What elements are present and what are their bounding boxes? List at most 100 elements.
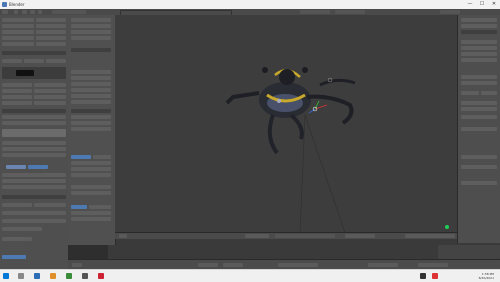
panel-row[interactable] xyxy=(461,58,497,62)
menu-item[interactable] xyxy=(22,10,27,14)
panel-row[interactable] xyxy=(89,205,111,209)
tray-icon[interactable] xyxy=(420,273,426,279)
app-icon[interactable] xyxy=(50,273,56,279)
panel-row[interactable] xyxy=(2,42,34,46)
active-field[interactable] xyxy=(71,155,91,159)
panel-header[interactable] xyxy=(2,195,66,199)
panel-row[interactable] xyxy=(461,155,497,159)
panel-row[interactable] xyxy=(36,18,66,22)
panel-row[interactable] xyxy=(2,95,32,99)
start-icon[interactable] xyxy=(3,273,9,279)
panel-row[interactable] xyxy=(2,173,66,177)
editor-type-button[interactable] xyxy=(2,10,8,14)
panel-row[interactable] xyxy=(2,153,66,157)
panel-row[interactable] xyxy=(71,185,111,189)
snap-options[interactable] xyxy=(405,234,455,238)
menu-item[interactable] xyxy=(30,10,35,14)
creature-model[interactable] xyxy=(225,67,356,155)
panel-row[interactable] xyxy=(2,179,66,183)
panel-row[interactable] xyxy=(2,203,32,207)
panel-row[interactable] xyxy=(36,30,66,34)
panel-row[interactable] xyxy=(461,40,497,44)
app-icon[interactable] xyxy=(82,273,88,279)
panel-row[interactable] xyxy=(71,36,111,40)
view-menu-button[interactable] xyxy=(119,234,127,238)
panel-row[interactable] xyxy=(2,18,34,22)
panel-row[interactable] xyxy=(36,24,66,28)
app-icon[interactable] xyxy=(34,273,40,279)
menu-item[interactable] xyxy=(14,10,18,14)
panel-row[interactable] xyxy=(461,127,497,131)
panel-row[interactable] xyxy=(71,211,111,215)
active-field[interactable] xyxy=(71,205,87,209)
panel-header[interactable] xyxy=(461,30,497,34)
panel-row[interactable] xyxy=(93,155,111,159)
app-icon[interactable] xyxy=(98,273,104,279)
panel-row[interactable] xyxy=(24,59,44,63)
panel-row[interactable] xyxy=(2,115,66,119)
panel-row[interactable] xyxy=(34,83,66,87)
panel-row[interactable] xyxy=(34,89,66,93)
panel-header[interactable] xyxy=(71,48,111,52)
panel-row[interactable] xyxy=(71,30,111,34)
panel-row[interactable] xyxy=(461,24,497,28)
active-field[interactable] xyxy=(28,165,48,169)
panel-header[interactable] xyxy=(2,51,66,55)
panel-row[interactable] xyxy=(71,161,111,165)
panel-row[interactable] xyxy=(461,18,497,22)
panel-row[interactable] xyxy=(34,203,66,207)
panel-row[interactable] xyxy=(71,173,111,177)
menu-item[interactable] xyxy=(38,10,42,14)
pivot-selector[interactable] xyxy=(345,234,375,238)
panel-header[interactable] xyxy=(2,109,66,113)
panel-row[interactable] xyxy=(71,70,111,74)
panel-row[interactable] xyxy=(2,121,66,125)
panel-header[interactable] xyxy=(71,109,111,113)
panel-row[interactable] xyxy=(2,147,66,151)
panel-row[interactable] xyxy=(71,121,111,125)
panel-row[interactable] xyxy=(71,94,111,98)
active-field[interactable] xyxy=(2,255,26,259)
panel-row[interactable] xyxy=(36,36,66,40)
app-icon[interactable] xyxy=(66,273,72,279)
layout-selector[interactable] xyxy=(52,10,86,14)
panel-row[interactable] xyxy=(2,141,66,145)
panel-row[interactable] xyxy=(2,89,32,93)
panel-row[interactable] xyxy=(461,115,497,119)
minimize-button[interactable]: — xyxy=(464,1,476,8)
panel-row[interactable] xyxy=(2,237,32,241)
frame-end-field[interactable] xyxy=(223,263,243,267)
mode-selector[interactable] xyxy=(245,234,269,238)
close-button[interactable]: ✕ xyxy=(488,1,500,8)
sync-selector[interactable] xyxy=(418,263,448,267)
panel-row[interactable] xyxy=(2,59,22,63)
panel-row[interactable] xyxy=(71,115,111,119)
panel-row[interactable] xyxy=(461,91,479,95)
panel-row[interactable] xyxy=(461,107,497,111)
transform-gizmo[interactable] xyxy=(308,100,328,114)
panel-row[interactable] xyxy=(71,24,111,28)
ramp-bar[interactable] xyxy=(2,129,66,137)
timeline-menu[interactable] xyxy=(72,263,82,267)
panel-row[interactable] xyxy=(71,217,111,221)
playback-controls[interactable] xyxy=(278,263,318,267)
panel-row[interactable] xyxy=(461,75,497,79)
panel-row[interactable] xyxy=(461,165,497,169)
panel-row[interactable] xyxy=(71,18,111,22)
panel-row[interactable] xyxy=(461,52,497,56)
selected-field[interactable] xyxy=(6,165,26,169)
panel-row[interactable] xyxy=(71,167,111,171)
panel-row[interactable] xyxy=(2,211,66,215)
panel-row[interactable] xyxy=(46,59,66,63)
panel-row[interactable] xyxy=(481,91,497,95)
taskbar-clock[interactable]: 1:58 PM 8/30/2021 xyxy=(479,272,494,280)
panel-row[interactable] xyxy=(71,88,111,92)
panel-row[interactable] xyxy=(71,100,111,104)
scene-selector[interactable] xyxy=(300,10,330,14)
panel-row[interactable] xyxy=(2,83,32,87)
panel-row[interactable] xyxy=(461,81,497,85)
panel-row[interactable] xyxy=(34,101,66,105)
panel-row[interactable] xyxy=(71,82,111,86)
panel-row[interactable] xyxy=(71,127,111,131)
panel-row[interactable] xyxy=(2,101,32,105)
